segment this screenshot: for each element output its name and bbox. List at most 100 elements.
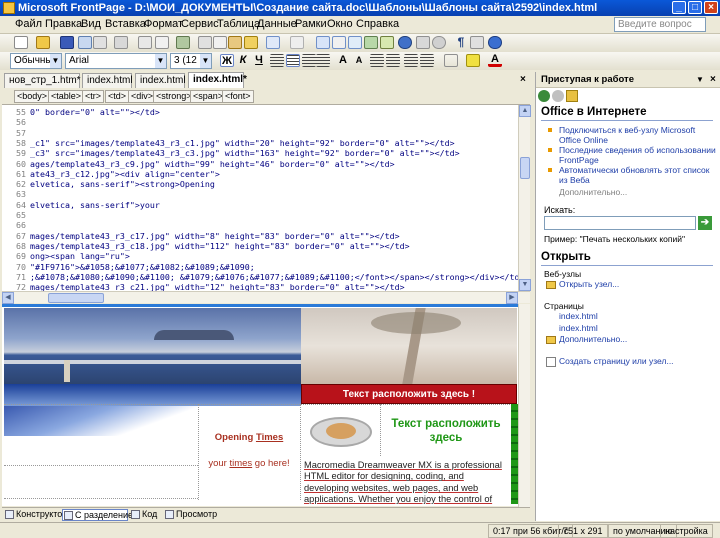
decrease-indent-icon[interactable] [404,54,418,67]
font-select[interactable]: Arial ▼ [65,53,167,69]
search-go-icon[interactable]: ➔ [698,216,712,230]
cut-icon[interactable] [198,36,212,49]
font-grow-icon[interactable]: A [336,54,350,67]
copy-icon[interactable] [213,36,227,49]
paste-icon[interactable] [228,36,242,49]
design-view[interactable]: Текст расположить здесь ! Текст располож… [2,304,518,506]
menu-tools[interactable]: Сервис [181,18,219,30]
code-view-tab[interactable]: Код [130,509,162,521]
underline-icon[interactable]: Ч [252,54,266,67]
stop-icon[interactable] [432,36,446,49]
open-site-link[interactable]: Открыть узел... [559,279,619,289]
new-page-icon[interactable] [14,36,28,49]
bullets-icon[interactable] [386,54,400,67]
font-shrink-icon[interactable]: A [352,54,366,67]
tag-tr[interactable]: <tr> [82,90,105,103]
align-left-icon[interactable] [270,54,284,67]
code-horizontal-scrollbar[interactable]: ◀ ▶ [2,291,530,304]
bold-icon[interactable]: Ж [220,54,234,67]
more-pages-link[interactable]: Дополнительно... [559,334,627,344]
pilcrow-icon[interactable]: ¶ [454,36,468,49]
menu-file[interactable]: Файл [15,18,42,30]
align-right-icon[interactable] [302,54,316,67]
menu-format[interactable]: Формат [144,18,183,30]
menu-edit[interactable]: Правка [45,18,82,30]
tab-index-2[interactable]: index.html [135,73,186,88]
design-vertical-scrollbar[interactable] [518,304,530,507]
code-vertical-scrollbar[interactable]: ▲ ▼ [518,105,531,291]
format-painter-icon[interactable] [244,36,258,49]
scroll-left-icon[interactable]: ◀ [2,292,14,304]
close-document-icon[interactable]: × [520,74,526,85]
menu-insert[interactable]: Вставка [105,18,146,30]
scroll-right-icon[interactable]: ▶ [506,292,518,304]
justify-icon[interactable] [316,54,330,67]
scroll-up-icon[interactable]: ▲ [519,105,531,117]
page-link-2[interactable]: index.html [559,323,598,333]
tag-div[interactable]: <div> [128,90,157,103]
drawing-icon[interactable] [380,36,394,49]
split-view-tab[interactable]: С разделением [62,509,139,521]
code-editor[interactable]: 55 0" border="0" alt=""></td> 56 57 58 _c1" s… [2,105,518,291]
help-search-input[interactable]: Введите вопрос [614,17,706,32]
home-icon[interactable] [566,90,578,102]
tab-index-active[interactable]: index.html* [188,72,247,88]
design-view-tab[interactable]: Конструктор [4,509,67,521]
menu-window[interactable]: Окно [327,18,353,30]
print-preview-icon[interactable] [138,36,152,49]
preview-view-tab[interactable]: Просмотр [164,509,217,521]
close-pane-icon[interactable]: × [710,72,716,87]
pane-search-input[interactable] [544,216,696,230]
menu-table[interactable]: Таблица [217,18,260,30]
tag-strong[interactable]: <strong> [153,90,195,103]
spelling-icon[interactable] [176,36,190,49]
tag-td[interactable]: <td> [105,90,130,103]
latest-news-link[interactable]: Последние сведения об использовании Fron… [559,145,719,165]
style-select[interactable]: Обычный ▼ [10,53,62,69]
tag-table[interactable]: <table> [48,90,85,103]
tag-span[interactable]: <span> [190,90,227,103]
preview-browser-icon[interactable] [155,36,169,49]
settings-mode[interactable]: настройка [660,524,713,538]
maximize-button[interactable]: □ [688,1,702,14]
print-icon[interactable] [114,36,128,49]
chevron-down-icon[interactable]: ▼ [696,72,704,87]
tab-new-page[interactable]: нов_стр_1.htm* [4,73,81,88]
create-page-link[interactable]: Создать страницу или узел... [559,356,674,366]
back-icon[interactable] [538,90,550,102]
highlight-icon[interactable] [466,54,480,67]
help-icon[interactable] [488,36,502,49]
web-component-icon[interactable] [316,36,330,49]
menu-help[interactable]: Справка [356,18,399,30]
size-select[interactable]: 3 (12 пт) ▼ [170,53,212,69]
forward-icon[interactable] [552,90,564,102]
numbering-icon[interactable] [370,54,384,67]
increase-indent-icon[interactable] [420,54,434,67]
close-button[interactable]: × [704,1,718,14]
open-folder-icon[interactable] [36,36,50,49]
scroll-down-icon[interactable]: ▼ [519,279,531,291]
connect-office-online-link[interactable]: Подключиться к веб-узлу Microsoft Office… [559,125,719,145]
insert-table-icon[interactable] [332,36,346,49]
menu-data[interactable]: Данные [257,18,297,30]
minimize-button[interactable]: _ [672,1,686,14]
refresh-icon[interactable] [416,36,430,49]
publish-icon[interactable] [78,36,92,49]
web-icon[interactable] [93,36,107,49]
save-icon[interactable] [60,36,74,49]
insert-picture-icon[interactable] [364,36,378,49]
auto-update-link[interactable]: Автоматически обновлять этот список из В… [559,165,719,185]
undo-icon[interactable] [266,36,280,49]
tag-body[interactable]: <body> [14,90,51,103]
menu-view[interactable]: Вид [81,18,101,30]
borders-icon[interactable] [444,54,458,67]
redo-icon[interactable] [290,36,304,49]
more-link[interactable]: Дополнительно... [559,187,627,197]
insert-layer-icon[interactable] [348,36,362,49]
italic-icon[interactable]: К [236,54,250,67]
tab-index-1[interactable]: index.html [82,73,133,88]
hyperlink-icon[interactable] [398,36,412,49]
show-tags-icon[interactable] [470,36,484,49]
page-link-1[interactable]: index.html [559,311,598,321]
scroll-thumb[interactable] [520,157,530,179]
